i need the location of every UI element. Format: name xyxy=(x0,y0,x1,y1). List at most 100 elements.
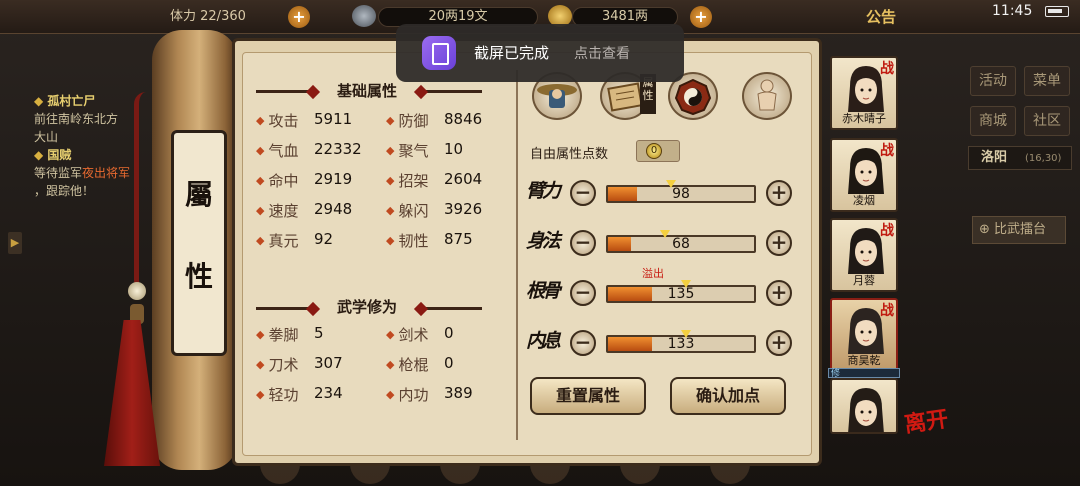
stat-item: ◆ 轻功 234 xyxy=(256,384,343,406)
attribute-name: 身法 xyxy=(526,230,561,252)
stat-item: ◆ 剑术 0 xyxy=(386,324,454,346)
increase-button[interactable]: + xyxy=(766,230,792,256)
attribute-row: 根骨 − 135 + xyxy=(524,276,794,310)
panel-divider xyxy=(516,70,518,440)
stat-item: ◆ 刀术 307 xyxy=(256,354,343,376)
toast-view-link[interactable]: 点击查看 xyxy=(574,43,630,63)
stat-item: ◆ 韧性 875 xyxy=(386,230,473,252)
stat-label: 拳脚 xyxy=(268,326,299,344)
city-name: 洛阳 xyxy=(981,150,1008,165)
tassel-bead xyxy=(128,282,146,300)
confirm-points-button[interactable]: 确认加点 xyxy=(670,377,786,415)
character-card[interactable] xyxy=(830,378,898,434)
notice-button[interactable]: 公告 xyxy=(866,6,896,27)
bullet-icon: ◆ xyxy=(256,234,265,247)
scroll-cord xyxy=(134,92,146,292)
bullet-icon: ◆ xyxy=(256,358,265,371)
stat-label: 聚气 xyxy=(398,142,429,160)
expand-arrow-icon[interactable]: ▶ xyxy=(8,232,22,254)
stat-label: 轻功 xyxy=(268,386,299,404)
arena-label: 比武擂台 xyxy=(994,222,1047,237)
stat-item: ◆ 拳脚 5 xyxy=(256,324,324,346)
stat-value: 22332 xyxy=(314,140,362,158)
quest-text-2a: 等待监军 xyxy=(34,166,83,180)
reset-attributes-button[interactable]: 重置属性 xyxy=(530,377,646,415)
add-stamina-button[interactable]: + xyxy=(288,6,310,28)
attribute-bar: 98 xyxy=(606,185,756,203)
stat-label: 内功 xyxy=(398,386,429,404)
bullet-icon: ◆ xyxy=(386,358,395,371)
portrait-icon xyxy=(848,388,884,432)
shop-button[interactable]: 商城 xyxy=(970,106,1016,136)
stat-label: 速度 xyxy=(268,202,299,220)
cultivation-bar: 修 xyxy=(828,368,900,379)
character-card[interactable]: 商昊乾 战 xyxy=(830,298,898,372)
city-location: 洛阳 (16,30) xyxy=(968,146,1072,170)
section-rule xyxy=(413,301,482,317)
decrease-button[interactable]: − xyxy=(570,230,596,256)
stat-label: 躲闪 xyxy=(398,202,429,220)
decrease-button[interactable]: − xyxy=(570,180,596,206)
decrease-button[interactable]: − xyxy=(570,280,596,306)
stat-value: 2604 xyxy=(444,170,483,188)
stamina-label: 体力 22/360 xyxy=(170,9,246,24)
battery-icon xyxy=(1045,6,1069,17)
stat-item: ◆ 命中 2919 xyxy=(256,170,352,192)
increase-button[interactable]: + xyxy=(766,180,792,206)
increase-button[interactable]: + xyxy=(766,280,792,306)
bullet-icon: ◆ xyxy=(386,388,395,401)
increase-button[interactable]: + xyxy=(766,330,792,356)
marker-icon xyxy=(681,280,691,288)
bullet-icon: ◆ xyxy=(256,388,265,401)
marker-icon xyxy=(681,330,691,338)
stat-label: 刀术 xyxy=(268,356,299,374)
attribute-value: 133 xyxy=(667,336,695,352)
stat-item: ◆ 躲闪 3926 xyxy=(386,200,482,222)
menu-button[interactable]: 菜单 xyxy=(1024,66,1070,96)
bullet-icon: ◆ xyxy=(256,114,265,127)
add-gold-button[interactable]: + xyxy=(690,6,712,28)
stat-value: 0 xyxy=(444,354,454,372)
screenshot-toast[interactable]: 截屏已完成 点击查看 xyxy=(396,24,684,82)
bullet-icon: ◆ xyxy=(386,204,395,217)
attribute-bar: 68 xyxy=(606,235,756,253)
arena-button[interactable]: ⊕ 比武擂台 xyxy=(972,216,1066,244)
character-card[interactable]: 月蓉 战 xyxy=(830,218,898,292)
leave-button[interactable]: 离开 xyxy=(902,401,950,439)
stat-value: 0 xyxy=(444,324,454,342)
quest-title-1: 孤村亡尸 xyxy=(47,94,96,108)
stat-label: 韧性 xyxy=(398,232,429,250)
free-points-label: 自由属性点数 xyxy=(530,147,609,162)
stat-value: 8846 xyxy=(444,110,483,128)
decrease-button[interactable]: − xyxy=(570,330,596,356)
stat-value: 389 xyxy=(444,384,473,402)
stat-label: 防御 xyxy=(398,112,429,130)
quest-diamond-icon: ◆ xyxy=(34,148,44,162)
marker-icon xyxy=(660,230,670,238)
toast-title: 截屏已完成 xyxy=(474,44,550,62)
community-button[interactable]: 社区 xyxy=(1024,106,1070,136)
stat-label: 剑术 xyxy=(398,326,429,344)
scroll-label-top: 屬 xyxy=(184,178,213,211)
character-name: 月蓉 xyxy=(853,274,875,287)
free-points-value: 0 xyxy=(646,143,662,159)
stat-item: ◆ 聚气 10 xyxy=(386,140,463,162)
character-name: 商昊乾 xyxy=(847,354,881,367)
activity-button[interactable]: 活动 xyxy=(970,66,1016,96)
attribute-row: 内息 − 133 + xyxy=(524,326,794,360)
character-card[interactable]: 凌烟 战 xyxy=(830,138,898,212)
tab-meridian[interactable] xyxy=(742,72,792,120)
stat-label: 真元 xyxy=(268,232,299,250)
bullet-icon: ◆ xyxy=(386,174,395,187)
attribute-name: 根骨 xyxy=(526,280,561,302)
stat-value: 3926 xyxy=(444,200,483,218)
stat-value: 92 xyxy=(314,230,334,248)
section-rule xyxy=(256,301,321,317)
stat-value: 5911 xyxy=(314,110,353,128)
stat-item: ◆ 招架 2604 xyxy=(386,170,482,192)
bullet-icon: ◆ xyxy=(386,114,395,127)
section-rule xyxy=(413,84,482,100)
stat-item: ◆ 气血 22332 xyxy=(256,140,362,162)
character-card[interactable]: 赤木晴子 战 xyxy=(830,56,898,130)
status-clock: 11:45 xyxy=(992,3,1033,19)
